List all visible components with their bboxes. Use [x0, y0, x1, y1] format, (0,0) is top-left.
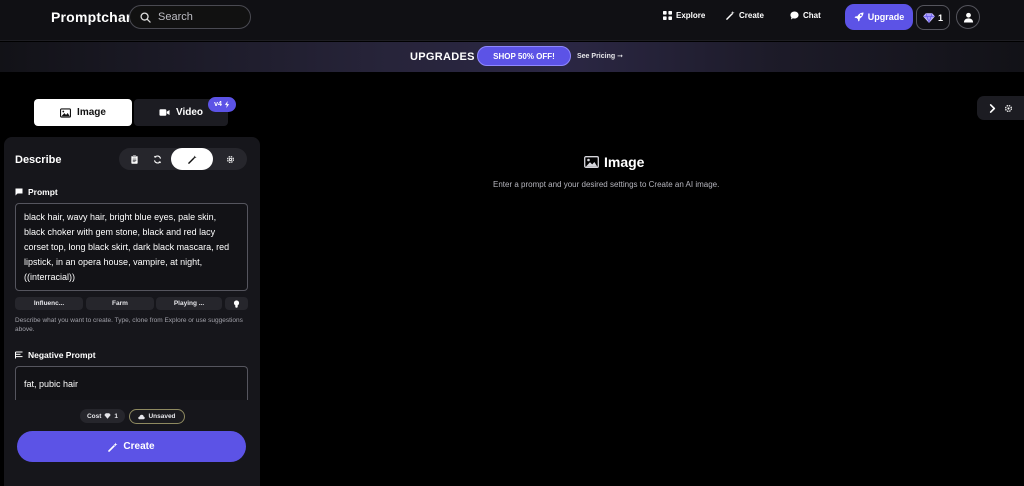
grid-icon: [663, 11, 672, 20]
search-box[interactable]: [129, 5, 251, 29]
nav-create-label: Create: [739, 11, 764, 20]
chat-bubble-icon: [790, 11, 799, 20]
gear-icon: [1004, 104, 1013, 112]
top-navbar: Promptchan Explore Create Chat Upgrade 1: [0, 0, 1024, 41]
message-icon: [15, 188, 23, 196]
diamond-icon: [923, 12, 935, 23]
user-icon: [963, 12, 973, 23]
magic-wand-icon: [187, 154, 197, 164]
nav-chat-label: Chat: [803, 11, 821, 20]
upgrade-button[interactable]: Upgrade: [845, 4, 913, 30]
suggestion-chip-influencer[interactable]: Influenc...: [15, 297, 83, 310]
image-icon: [584, 156, 599, 168]
generation-panel: Describe Prompt black hair, wavy hair, b…: [4, 137, 260, 486]
lightning-icon: [224, 101, 229, 108]
refresh-icon: [153, 154, 161, 164]
gems-count: 1: [937, 12, 943, 23]
lines-icon: [15, 351, 23, 359]
unsaved-status[interactable]: Unsaved: [129, 409, 185, 424]
clipboard-icon: [130, 154, 138, 164]
suggestion-chip-playing[interactable]: Playing ...: [156, 297, 222, 310]
promo-banner: UPGRADES SHOP 50% OFF! See Pricing ➞: [0, 42, 1024, 72]
clipboard-button[interactable]: [126, 151, 142, 167]
nav-explore[interactable]: Explore: [663, 11, 705, 20]
nav-create[interactable]: Create: [726, 11, 764, 20]
banner-title: UPGRADES: [410, 51, 475, 63]
create-label: Create: [123, 441, 155, 452]
prompt-label: Prompt: [15, 187, 58, 197]
lightbulb-icon: [233, 299, 240, 308]
search-input[interactable]: [158, 11, 244, 23]
magic-wand-icon: [726, 11, 735, 20]
image-icon: [60, 107, 72, 118]
tab-image-label: Image: [77, 107, 106, 118]
prompt-helper-text: Describe what you want to create. Type, …: [15, 317, 243, 333]
panel-title: Describe: [15, 154, 62, 166]
enhance-prompt-button[interactable]: [171, 148, 213, 170]
main-subtitle: Enter a prompt and your desired settings…: [493, 180, 720, 189]
video-version-badge: v4: [208, 97, 236, 112]
suggestion-chip-farm[interactable]: Farm: [86, 297, 154, 310]
tab-image[interactable]: Image: [34, 99, 132, 126]
cost-label: Cost: [86, 412, 102, 420]
unsaved-label: Unsaved: [148, 413, 176, 420]
tab-video-label: Video: [175, 107, 204, 118]
prompt-tools: [119, 148, 247, 170]
main-title-text: Image: [604, 154, 645, 170]
magic-wand-icon: [108, 442, 118, 452]
nav-chat[interactable]: Chat: [790, 11, 821, 20]
cost-value: 1: [114, 412, 119, 420]
negative-prompt-input[interactable]: [15, 366, 248, 400]
profile-button[interactable]: [956, 5, 980, 29]
shop-discount-button[interactable]: SHOP 50% OFF!: [477, 46, 571, 66]
settings-button[interactable]: [222, 151, 238, 167]
cost-indicator: Cost 1: [80, 409, 125, 423]
upgrade-label: Upgrade: [867, 12, 905, 22]
create-button[interactable]: Create: [17, 431, 246, 462]
gear-icon: [226, 155, 234, 163]
negative-prompt-label: Negative Prompt: [15, 350, 96, 360]
nav-explore-label: Explore: [676, 11, 706, 20]
suggestion-ideas-button[interactable]: [225, 297, 248, 310]
brand-logo[interactable]: Promptchan: [51, 9, 135, 25]
main-title: Image: [584, 154, 644, 170]
cloud-icon: [138, 414, 146, 419]
gems-balance-button[interactable]: 1: [916, 5, 950, 30]
diamond-icon: [104, 413, 112, 419]
negative-prompt-label-text: Negative Prompt: [28, 350, 96, 360]
video-camera-icon: [159, 109, 170, 116]
see-pricing-link[interactable]: See Pricing ➞: [577, 52, 623, 60]
refresh-button[interactable]: [149, 151, 165, 167]
prompt-input[interactable]: black hair, wavy hair, bright blue eyes,…: [15, 203, 248, 291]
rocket-icon: [854, 12, 864, 22]
settings-drawer-toggle[interactable]: [977, 96, 1024, 120]
chevron-right-icon: [989, 103, 996, 113]
mode-tabs: Image Video: [34, 99, 228, 126]
video-version-text: v4: [214, 101, 222, 108]
prompt-label-text: Prompt: [28, 187, 58, 197]
search-icon: [140, 11, 151, 23]
